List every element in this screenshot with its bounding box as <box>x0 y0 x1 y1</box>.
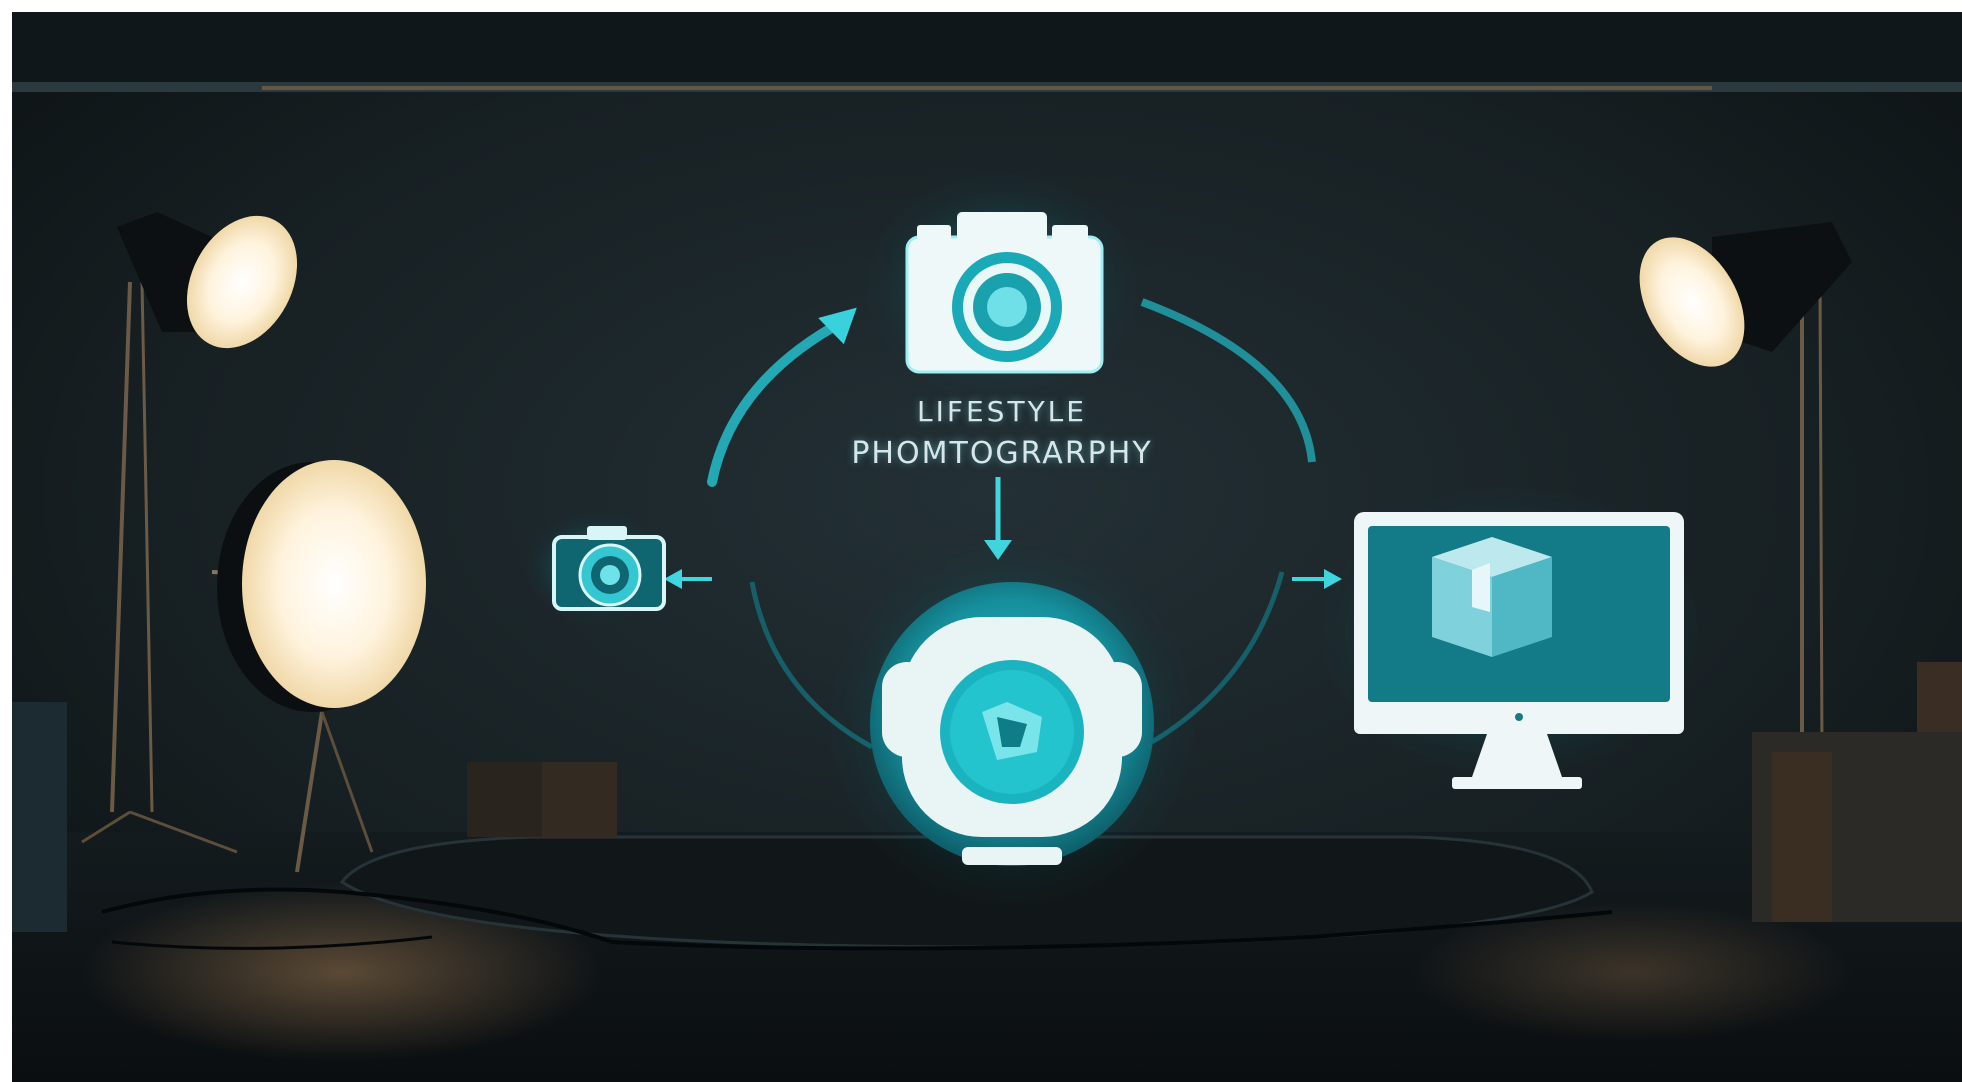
monitor-box-icon <box>1332 502 1692 789</box>
camera-icon <box>882 192 1122 382</box>
title-line-1: LIFESTYLE <box>917 395 1087 428</box>
scene-canvas <box>12 12 1962 1082</box>
box-icon <box>1432 537 1552 657</box>
studio-scene: LIFESTYLE PHOMTOGRARPHY <box>12 12 1962 1082</box>
small-camera-icon <box>532 517 666 617</box>
molding-highlight <box>262 86 1712 90</box>
title-line-2: PHOMTOGRARPHY <box>851 436 1153 471</box>
ceiling-band <box>12 12 1962 82</box>
lens-badge-icon <box>842 552 1182 892</box>
